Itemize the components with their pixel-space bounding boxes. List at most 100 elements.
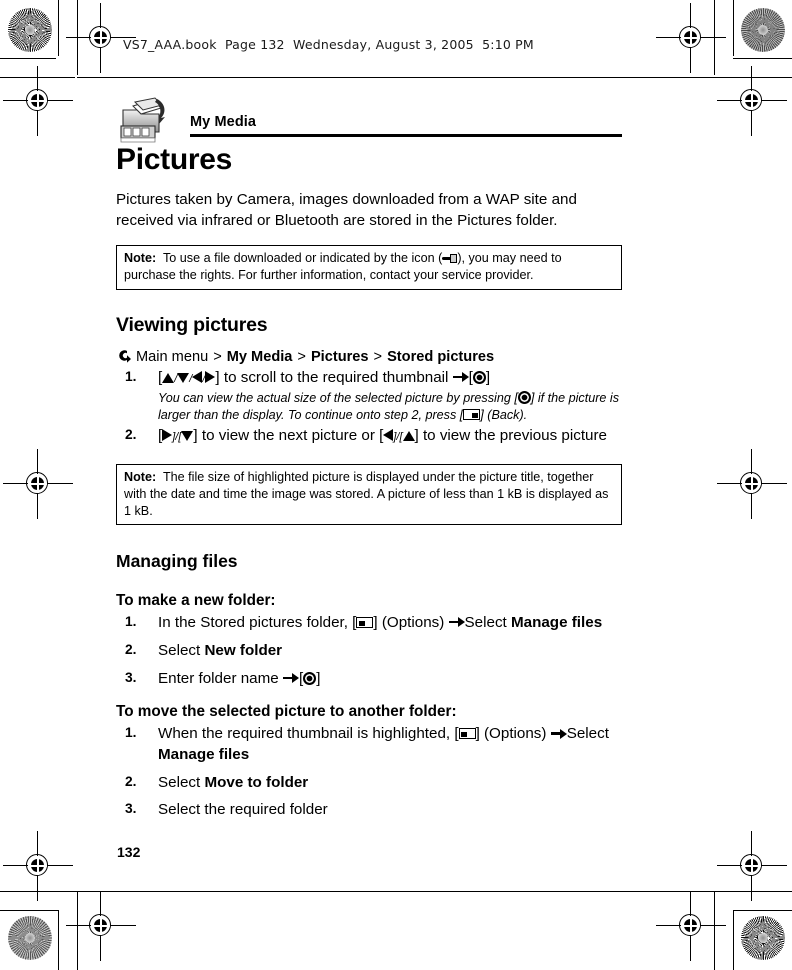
page-title: Pictures (116, 143, 232, 176)
dpad-up-icon (402, 431, 415, 442)
crosshair-horizontal (66, 925, 136, 927)
left-soft-key-icon (458, 728, 476, 740)
crosshair-ring (740, 854, 762, 876)
step-text: Select (158, 641, 205, 659)
left-soft-key-icon (356, 617, 374, 629)
step-number: 1. (125, 725, 137, 741)
new-folder-steps-list: 1. In the Stored pictures folder, [] (Opt… (116, 613, 622, 689)
crop-mark-line (733, 58, 792, 59)
dpad-down-icon (181, 431, 194, 442)
step-number: 2. (125, 641, 137, 657)
crosshair-dot (28, 856, 47, 875)
step-text: ] (316, 669, 321, 687)
list-item: 3. Select the required folder (116, 800, 622, 821)
crop-mark-line (733, 910, 734, 970)
list-item: 2. Select New folder (116, 641, 622, 662)
header-rule (190, 134, 622, 137)
scan-header-line: VS7_AAA.book Page 132 Wednesday, August … (123, 37, 534, 52)
step-bold-term: New folder (204, 641, 283, 659)
star-target-hub (758, 25, 768, 35)
crosshair-horizontal (656, 37, 726, 39)
star-target-top-left (8, 8, 52, 52)
note-text-before-icon: To use a file downloaded or indicated by… (162, 251, 443, 266)
crosshair-vertical (37, 66, 39, 136)
intro-paragraph: Pictures taken by Camera, images downloa… (116, 190, 577, 229)
dpad-down-icon (177, 372, 190, 383)
dpad-right-icon (205, 370, 216, 383)
center-select-key-icon (517, 391, 531, 405)
step-text: Select the required folder (158, 801, 328, 819)
italic-text: You can view the actual size of the sele… (158, 391, 518, 406)
registration-crosshair-bottom-right-upper (717, 831, 787, 901)
crosshair-horizontal (717, 483, 787, 485)
viewing-steps-list: 1.[/ / /] to scroll to the required thumbn… (116, 368, 622, 448)
note-label: Note: (124, 470, 157, 485)
subsection-title-move-picture: To move the selected picture to another … (116, 703, 457, 721)
registration-crosshair-top-left-lower (3, 66, 73, 136)
crosshair-vertical (751, 66, 753, 136)
hook-arrow-icon (116, 348, 131, 363)
crosshair-ring (26, 472, 48, 494)
step-bold-term: Manage files (158, 745, 250, 763)
trim-rule (77, 77, 715, 78)
note-text: The file size of highlighted picture is … (124, 470, 609, 518)
crosshair-dot (742, 856, 761, 875)
step-text: ] to view the next picture or [ (193, 427, 384, 445)
crosshair-vertical (37, 831, 39, 901)
navigation-path: Main menu > My Media > Pictures > Stored… (116, 346, 622, 365)
step-text: ] (485, 368, 491, 386)
step-number: 2. (125, 427, 137, 443)
nav-crumb-pictures: Pictures (310, 348, 369, 365)
list-item: 1.[/ / /] to scroll to the required thumbn… (116, 368, 622, 424)
step-text: ] (Options) (475, 725, 547, 743)
crosshair-dot (28, 474, 47, 493)
registration-crosshair-left-middle (3, 449, 73, 519)
dpad-right-icon (162, 429, 173, 442)
my-media-folder-icon (120, 97, 165, 143)
center-select-key-icon (472, 370, 486, 384)
registration-crosshair-bottom-right-inner (656, 891, 726, 961)
crosshair-vertical (690, 891, 692, 961)
step-bold-term: Manage files (510, 614, 603, 632)
crop-mark-line (733, 0, 734, 56)
arrow-to-icon (550, 728, 567, 739)
registration-crosshair-right-middle (717, 449, 787, 519)
arrow-to-icon (448, 617, 465, 628)
note-box-file-size: Note: The file size of highlighted pictu… (116, 464, 622, 526)
step-text: In the Stored pictures folder, [ (158, 614, 357, 632)
drm-key-icon (442, 254, 458, 264)
list-item: 2. Select Move to folder (116, 773, 622, 794)
star-target-bottom-left (8, 916, 52, 960)
nav-sep: > (373, 348, 383, 365)
crosshair-dot (91, 916, 110, 935)
crosshair-vertical (751, 831, 753, 901)
trim-rule (77, 891, 715, 892)
crop-mark-line (77, 891, 78, 970)
step-number: 3. (125, 669, 137, 685)
section-heading-managing-files: Managing files (116, 551, 238, 572)
list-item: 1. In the Stored pictures folder, [] (Opt… (116, 613, 622, 634)
crosshair-ring (26, 89, 48, 111)
crop-mark-line (0, 891, 77, 892)
nav-crumb-my-media: My Media (226, 348, 293, 365)
page-number: 132 (117, 844, 141, 860)
star-target-hub (758, 933, 768, 943)
dpad-left-icon (192, 370, 203, 383)
crosshair-dot (681, 916, 700, 935)
registration-crosshair-top-right-lower (717, 66, 787, 136)
star-target-rays (8, 8, 52, 52)
step-italic-note: You can view the actual size of the sele… (158, 390, 622, 423)
crosshair-vertical (37, 449, 39, 519)
crop-mark-line (58, 910, 59, 970)
crosshair-ring (89, 26, 111, 48)
crosshair-ring (740, 472, 762, 494)
star-target-rays (741, 8, 785, 52)
step-number: 3. (125, 801, 137, 817)
crosshair-ring (679, 914, 701, 936)
crosshair-horizontal (3, 865, 73, 867)
crop-mark-line (733, 910, 792, 911)
crosshair-vertical (100, 891, 102, 961)
arrow-to-icon (282, 672, 299, 683)
nav-sep: > (213, 348, 222, 365)
registration-crosshair-top-right-inner (656, 3, 726, 73)
